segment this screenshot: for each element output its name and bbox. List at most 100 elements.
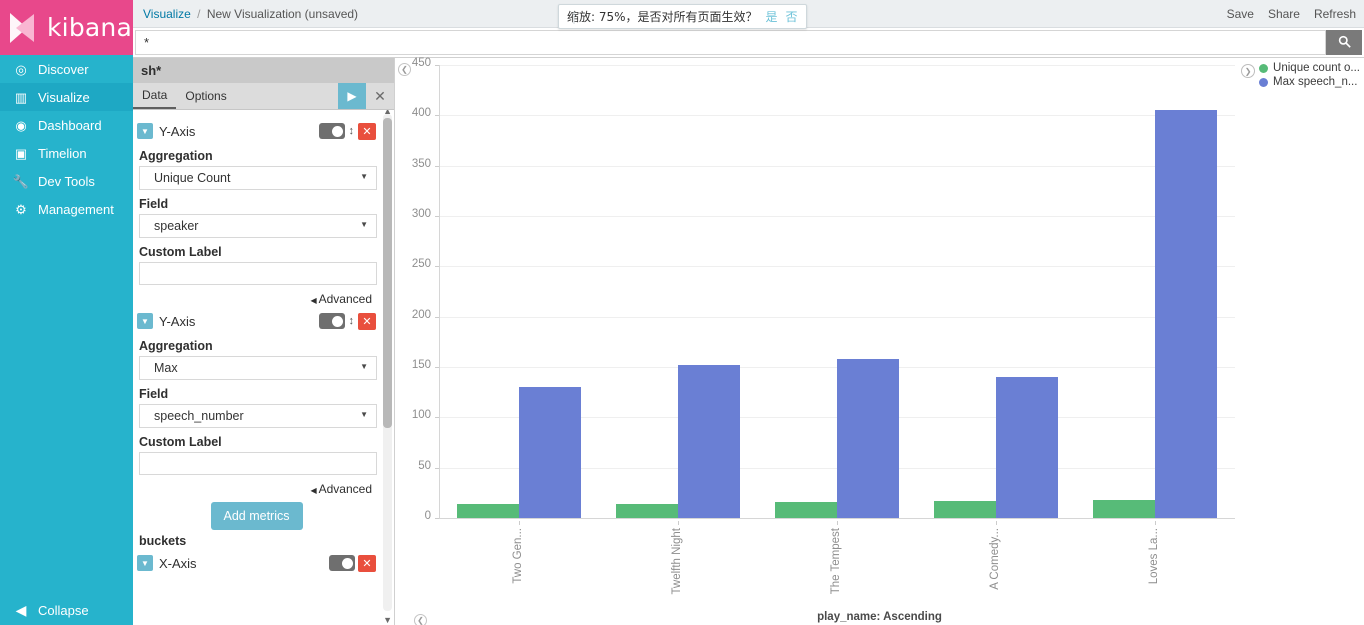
x-category-label: Twelfth Night	[670, 528, 683, 595]
advanced-toggle-1[interactable]: ◀ Advanced	[137, 482, 372, 496]
toggle-bucket-enabled[interactable]	[329, 555, 355, 571]
global-nav-sidebar: kibana ◎ Discover ▥ Visualize ◉ Dashboar…	[0, 0, 133, 625]
gridline	[439, 316, 1235, 318]
discard-changes-button[interactable]: ✕	[366, 83, 394, 109]
kibana-logo[interactable]: kibana	[0, 0, 133, 55]
x-tick-mark	[837, 521, 838, 525]
zoom-notification: 缩放: 75%，是否对所有页面生效？ 是 | 否	[558, 4, 807, 29]
bar-0-0[interactable]	[456, 503, 519, 518]
chevron-left-icon: ◀	[15, 602, 27, 618]
bar-1-4[interactable]	[1155, 110, 1218, 518]
y-tick-label: 0	[424, 510, 431, 522]
sidebar-item-discover[interactable]: ◎ Discover	[0, 55, 133, 83]
x-tick-mark	[518, 521, 520, 525]
compass-icon: ◎	[15, 61, 27, 77]
refresh-button[interactable]: Refresh	[1314, 7, 1356, 21]
sidebar-item-visualize[interactable]: ▥ Visualize	[0, 83, 133, 111]
bar-1-3[interactable]	[996, 377, 1059, 518]
sidebar-item-label: Management	[38, 201, 114, 217]
timelion-icon: ▣	[14, 145, 28, 161]
chart-plot-area[interactable]: 0 50 100 150 200 250 300 350 400 450 Two Gen... Twe…	[395, 57, 1364, 625]
sidebar-item-timelion[interactable]: ▣ Timelion	[0, 139, 133, 167]
chart-legend: ❯ Unique count o... Max speech_n...	[1241, 62, 1360, 88]
bar-1-1[interactable]	[677, 364, 740, 518]
advanced-toggle-0[interactable]: ◀ Advanced	[137, 292, 372, 306]
bar-1-2[interactable]	[837, 358, 900, 518]
aggregation-label-1: Aggregation	[139, 339, 213, 353]
metric-header-0: ▼ Y-Axis ↕ ✕	[137, 120, 376, 142]
field-select-1[interactable]: speech_number	[139, 404, 377, 428]
share-button[interactable]: Share	[1268, 7, 1300, 21]
legend-collapse-icon[interactable]: ❯	[1241, 64, 1256, 78]
chart-expand-bottom-icon[interactable]: ❮	[414, 614, 427, 625]
gridline	[439, 165, 1235, 167]
gridline	[439, 216, 1235, 217]
tab-options[interactable]: Options	[176, 83, 235, 109]
bar-0-4[interactable]	[1093, 499, 1156, 518]
custom-label-label-0: Custom Label	[139, 245, 222, 259]
collapse-label: Collapse	[38, 602, 89, 618]
collapse-caret-icon[interactable]: ▼	[137, 313, 153, 329]
bucket-title: X-Axis	[159, 555, 197, 571]
bar-0-1[interactable]	[615, 503, 678, 518]
add-metrics-button[interactable]: Add metrics	[210, 502, 303, 530]
custom-label-input-0[interactable]	[139, 262, 377, 285]
remove-metric-button-1[interactable]: ✕	[358, 312, 376, 330]
metric-header-1: ▼ Y-Axis ↕ ✕	[137, 310, 376, 332]
legend-color-swatch	[1259, 63, 1269, 73]
breadcrumb-separator: /	[197, 6, 201, 21]
aggregation-select-wrap-0: Unique Count ▼	[139, 166, 377, 190]
chart-expand-top-icon[interactable]: ❮	[398, 63, 411, 76]
editor-and-chart: sh* Data Options ▶ ✕ ▼ Y-Axis ↕ ✕ Aggreg…	[133, 57, 1364, 625]
advanced-label-0: Advanced	[318, 292, 372, 306]
bar-0-3[interactable]	[934, 500, 997, 518]
y-tick-label: 200	[411, 308, 431, 321]
sidebar-item-label: Dashboard	[38, 117, 102, 133]
collapse-sidebar-button[interactable]: ◀ Collapse	[0, 595, 133, 625]
tab-data[interactable]: Data	[133, 83, 177, 109]
tab-action-buttons: ▶ ✕	[338, 83, 394, 109]
search-submit-button[interactable]	[1326, 30, 1362, 55]
bucket-header-xaxis: ▼ X-Axis ✕	[137, 552, 376, 574]
x-tick-mark	[677, 521, 679, 525]
toggle-metric-enabled-1[interactable]	[318, 313, 345, 329]
collapse-caret-icon[interactable]: ▼	[137, 555, 153, 571]
y-tick-label: 400	[411, 107, 431, 120]
field-select-0[interactable]: speaker	[139, 214, 377, 238]
sidebar-item-dashboard[interactable]: ◉ Dashboard	[0, 111, 133, 139]
dashboard-icon: ◉	[15, 117, 27, 133]
chevron-left-icon: ◀	[310, 296, 317, 305]
remove-metric-button-0[interactable]: ✕	[358, 122, 376, 140]
zoom-notification-text: 缩放: 75%，是否对所有页面生效？	[567, 10, 758, 24]
gridline	[439, 65, 1235, 66]
collapse-caret-icon[interactable]: ▼	[137, 123, 153, 139]
legend-label: Unique count o...	[1273, 62, 1360, 74]
legend-item-1[interactable]: Max speech_n...	[1259, 76, 1360, 88]
apply-changes-button[interactable]: ▶	[338, 83, 366, 109]
sidebar-item-dev-tools[interactable]: 🔧 Dev Tools	[0, 167, 133, 195]
bar-0-2[interactable]	[774, 501, 837, 518]
sidebar-item-management[interactable]: ⚙ Management	[0, 195, 133, 223]
legend-label: Max speech_n...	[1273, 76, 1358, 88]
save-button[interactable]: Save	[1227, 7, 1254, 21]
remove-bucket-button[interactable]: ✕	[358, 554, 376, 572]
x-category-label: The Tempest	[830, 528, 842, 595]
legend-item-0[interactable]: Unique count o...	[1259, 62, 1360, 74]
zoom-yes-link[interactable]: 是	[766, 8, 778, 25]
chevron-left-icon: ◀	[310, 486, 317, 495]
metric-header-buttons-1: ↕ ✕	[318, 312, 376, 330]
search-input[interactable]	[135, 30, 1326, 55]
aggregation-select-0[interactable]: Unique Count	[139, 166, 377, 190]
zoom-no-link[interactable]: 否	[786, 8, 798, 25]
scroll-down-icon[interactable]: ▼	[383, 615, 392, 625]
bucket-header-buttons: ✕	[329, 554, 376, 572]
breadcrumb-visualize-link[interactable]: Visualize	[143, 7, 191, 21]
custom-label-input-1[interactable]	[139, 452, 377, 475]
drag-handle-icon[interactable]: ↕	[348, 125, 356, 137]
aggregation-select-1[interactable]: Max	[139, 356, 377, 380]
toggle-metric-enabled-0[interactable]	[318, 123, 345, 139]
drag-handle-icon[interactable]: ↕	[348, 315, 356, 327]
bar-1-0[interactable]	[518, 387, 581, 518]
field-select-wrap-0: speaker ▼	[139, 214, 377, 238]
editor-tabs: Data Options ▶ ✕	[133, 83, 394, 110]
